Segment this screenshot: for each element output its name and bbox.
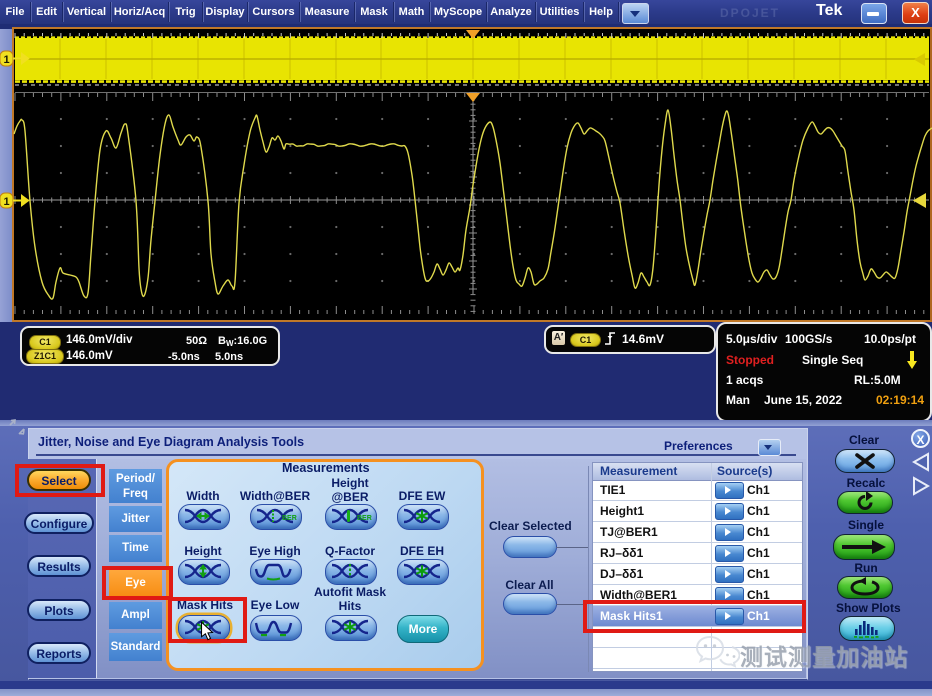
- svg-text:1: 1: [3, 54, 9, 66]
- svg-text:BER: BER: [357, 515, 372, 522]
- svg-text:1: 1: [3, 196, 9, 208]
- svg-text:BER: BER: [282, 515, 297, 522]
